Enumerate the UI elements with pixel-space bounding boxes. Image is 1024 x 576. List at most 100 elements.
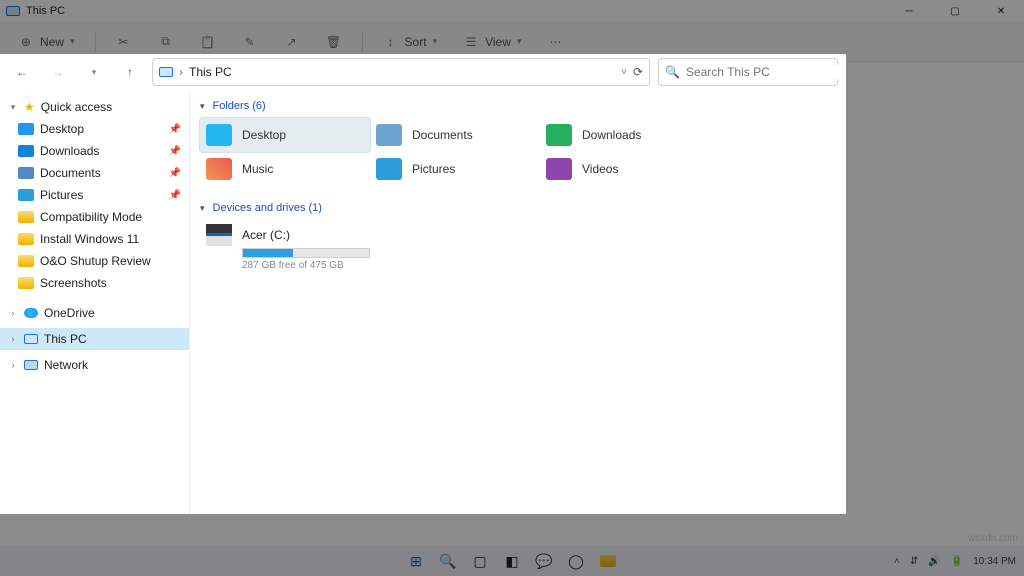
desktop-icon [18,123,34,135]
plus-icon: ⊕ [18,34,34,50]
start-button[interactable]: ⊞ [402,549,430,573]
folder-icon [18,211,34,223]
sidebar-item-downloads[interactable]: Downloads📌 [0,140,189,162]
group-header-folders[interactable]: Folders (6) [200,100,836,112]
search-box[interactable]: 🔍 [658,58,838,86]
sidebar-item-shutup[interactable]: O&O Shutup Review [0,250,189,272]
breadcrumb[interactable]: This PC [189,65,232,79]
sidebar-item-documents[interactable]: Documents📌 [0,162,189,184]
thispc-icon [24,334,38,344]
sidebar-item-desktop[interactable]: Desktop📌 [0,118,189,140]
paste-icon: 📋 [200,34,216,50]
chevron-down-icon[interactable]: ˅ [621,67,627,78]
volume-icon: 🔊 [928,556,940,567]
title-bar: This PC ─ ▢ ✕ [0,0,1024,22]
navigation-pane: ▾★Quick access Desktop📌 Downloads📌 Docum… [0,90,190,514]
explorer-taskbar-icon[interactable] [594,549,622,573]
taskview-icon[interactable]: ▢ [466,549,494,573]
minimize-button[interactable]: ─ [886,0,932,22]
search-input[interactable] [686,65,841,79]
documents-icon [18,167,34,179]
sidebar-item-quick-access[interactable]: ▾★Quick access [0,96,189,118]
chrome-icon[interactable]: ◯ [562,549,590,573]
folder-tile-documents[interactable]: Documents [370,118,540,152]
rename-icon: ✎ [242,34,258,50]
folder-tile-desktop[interactable]: Desktop [200,118,370,152]
new-button[interactable]: ⊕New▾ [8,27,85,57]
folder-icon [18,277,34,289]
cloud-icon [24,308,38,318]
chat-icon[interactable]: 💬 [530,549,558,573]
sidebar-item-onedrive[interactable]: ›OneDrive [0,302,189,324]
recent-dropdown[interactable]: ▾ [80,58,108,86]
copy-icon: ⧉ [158,34,174,50]
pin-icon: 📌 [169,190,181,201]
forward-button[interactable]: → [44,58,72,86]
sidebar-item-thispc[interactable]: ›This PC [0,328,189,350]
drive-icon [206,224,232,246]
search-icon: 🔍 [665,65,680,79]
up-button[interactable]: ↑ [116,58,144,86]
pin-icon: 📌 [169,168,181,179]
tray-clock[interactable]: 10:34 PM [973,556,1016,567]
nav-bar: ← → ▾ ↑ › This PC ˅ ⟳ 🔍 [0,54,846,90]
delete-icon: 🗑 [326,34,342,50]
paste-button[interactable]: 📋 [190,27,226,57]
drive-usage-bar [242,248,370,258]
wifi-icon: ⇵ [910,556,918,567]
sort-icon: ↕ [383,34,399,50]
copy-button[interactable]: ⧉ [148,27,184,57]
watermark: wsxdn.com [968,533,1018,544]
pin-icon: 📌 [169,124,181,135]
cut-icon: ✂ [116,34,132,50]
maximize-button[interactable]: ▢ [932,0,978,22]
drive-name: Acer (C:) [242,228,290,242]
folder-tile-downloads[interactable]: Downloads [540,118,710,152]
folder-tile-videos[interactable]: Videos [540,152,710,186]
cut-button[interactable]: ✂ [106,27,142,57]
sort-button[interactable]: ↕Sort▾ [373,27,448,57]
folder-tile-music[interactable]: Music [200,152,370,186]
sidebar-item-compat[interactable]: Compatibility Mode [0,206,189,228]
share-button[interactable]: ↗ [274,27,310,57]
network-icon [24,360,38,370]
more-button[interactable]: ⋯ [537,27,573,57]
refresh-button[interactable]: ⟳ [633,65,643,79]
widgets-icon[interactable]: ◧ [498,549,526,573]
star-icon: ★ [24,100,35,114]
desktop-icon [206,124,232,146]
delete-button[interactable]: 🗑 [316,27,352,57]
sidebar-item-screenshots[interactable]: Screenshots [0,272,189,294]
thispc-icon [159,67,173,77]
system-tray[interactable]: ˄ ⇵ 🔊 🔋 10:34 PM [894,556,1016,567]
folder-icon [18,233,34,245]
taskbar: ⊞ 🔍 ▢ ◧ 💬 ◯ ˄ ⇵ 🔊 🔋 10:34 PM [0,546,1024,576]
sidebar-item-network[interactable]: ›Network [0,354,189,376]
downloads-icon [18,145,34,157]
documents-icon [376,124,402,146]
videos-icon [546,158,572,180]
share-icon: ↗ [284,34,300,50]
folder-tile-pictures[interactable]: Pictures [370,152,540,186]
window-controls: ─ ▢ ✕ [886,0,1024,22]
chevron-up-icon[interactable]: ˄ [894,556,900,567]
thispc-icon [6,6,20,16]
sidebar-item-pictures[interactable]: Pictures📌 [0,184,189,206]
view-button[interactable]: ☰View▾ [453,27,531,57]
pin-icon: 📌 [169,146,181,157]
battery-icon: 🔋 [951,556,963,567]
address-bar[interactable]: › This PC ˅ ⟳ [152,58,650,86]
back-button[interactable]: ← [8,58,36,86]
group-header-drives[interactable]: Devices and drives (1) [200,202,836,214]
content-pane[interactable]: Folders (6) Desktop Documents Downloads … [190,90,846,514]
pictures-icon [376,158,402,180]
pictures-icon [18,189,34,201]
downloads-icon [546,124,572,146]
folder-icon [18,255,34,267]
search-taskbar-icon[interactable]: 🔍 [434,549,462,573]
drive-tile-c[interactable]: Acer (C:) 287 GB free of 475 GB [200,220,370,275]
view-icon: ☰ [463,34,479,50]
close-button[interactable]: ✕ [978,0,1024,22]
sidebar-item-install[interactable]: Install Windows 11 [0,228,189,250]
rename-button[interactable]: ✎ [232,27,268,57]
